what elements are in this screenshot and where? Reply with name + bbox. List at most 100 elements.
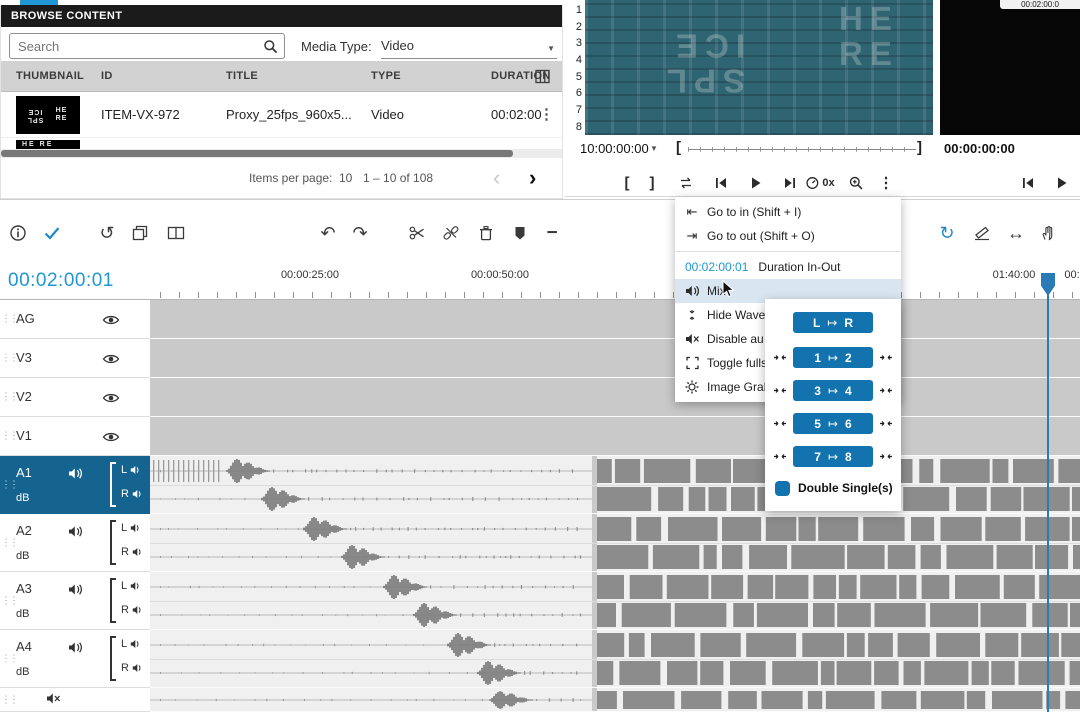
drag-handle-icon[interactable]: ⋮⋮ bbox=[1, 694, 13, 705]
scrubber-out-bracket[interactable]: ] bbox=[917, 139, 922, 156]
double-singles-checkbox[interactable] bbox=[775, 481, 790, 496]
trash-icon[interactable] bbox=[479, 225, 493, 241]
mix-pair-button-L-R[interactable]: L↦R bbox=[793, 312, 873, 333]
loop-icon[interactable] bbox=[678, 177, 694, 190]
marker-icon[interactable] bbox=[514, 226, 526, 241]
channel-arrows-icon[interactable] bbox=[773, 451, 787, 462]
eye-icon[interactable] bbox=[102, 431, 120, 443]
drag-handle-icon[interactable]: ⋮⋮ bbox=[1, 653, 13, 664]
drag-handle-icon[interactable]: ⋮⋮ bbox=[1, 392, 13, 403]
more-vert-icon[interactable]: ⋮ bbox=[539, 92, 554, 138]
channel-right[interactable]: R bbox=[121, 662, 143, 674]
column-header-duration[interactable]: DURATION bbox=[491, 61, 551, 92]
track-lane-v1[interactable] bbox=[150, 417, 1080, 456]
unlink-icon[interactable] bbox=[443, 225, 459, 241]
drag-handle-icon[interactable]: ⋮⋮ bbox=[1, 314, 13, 325]
trim-icon[interactable]: ↔ bbox=[1007, 224, 1025, 242]
column-header-title[interactable]: TITLE bbox=[226, 61, 258, 92]
info-icon[interactable] bbox=[10, 225, 27, 242]
double-singles-row[interactable]: Double Single(s) bbox=[775, 480, 893, 496]
scrollbar-thumb[interactable] bbox=[1, 150, 513, 157]
mix-pair-button-3-4[interactable]: 3↦4 bbox=[793, 380, 873, 401]
track-header-v2[interactable]: ⋮⋮V2 bbox=[0, 378, 150, 417]
history-icon[interactable]: ↺ bbox=[99, 224, 114, 242]
skip-start-icon[interactable] bbox=[1021, 177, 1035, 190]
media-type-value-wrap[interactable]: Video ▼ bbox=[381, 38, 557, 59]
column-header-type[interactable]: TYPE bbox=[371, 61, 401, 92]
gain-label[interactable]: dB bbox=[16, 608, 29, 620]
caret-down-icon[interactable]: ▼ bbox=[650, 144, 658, 153]
next-frame-icon[interactable] bbox=[783, 177, 797, 190]
menu-item-go-to-out-shift-o[interactable]: ⇥Go to out (Shift + O) bbox=[675, 224, 901, 248]
column-header-thumbnail[interactable]: THUMBNAIL bbox=[16, 61, 84, 92]
gain-label[interactable]: dB bbox=[16, 492, 29, 504]
track-header-a4[interactable]: ⋮⋮A4dBLR bbox=[0, 630, 150, 688]
media-thumbnail-partial[interactable]: HE RE bbox=[16, 140, 80, 149]
eye-icon[interactable] bbox=[102, 314, 120, 326]
track-header-ag[interactable]: ⋮⋮AG bbox=[0, 300, 150, 339]
play-icon[interactable] bbox=[1056, 177, 1068, 190]
refresh-icon[interactable]: ↻ bbox=[939, 224, 954, 242]
media-type-select[interactable]: Media Type: Video ▼ bbox=[301, 31, 557, 61]
channel-left[interactable]: L bbox=[121, 522, 141, 534]
timeline-ruler[interactable]: 00:00:25:0000:00:50:0001:40:0000: bbox=[150, 262, 1080, 300]
eye-icon[interactable] bbox=[102, 392, 120, 404]
volume-icon[interactable] bbox=[68, 641, 83, 654]
track-lane-a1[interactable] bbox=[150, 456, 1080, 514]
play-icon[interactable] bbox=[750, 177, 762, 190]
track-lane-v2[interactable] bbox=[150, 378, 1080, 417]
channel-left[interactable]: L bbox=[121, 580, 141, 592]
drag-handle-icon[interactable]: ⋮⋮ bbox=[1, 537, 13, 548]
channel-right[interactable]: R bbox=[121, 488, 143, 500]
scissors-icon[interactable] bbox=[409, 226, 425, 240]
channel-arrows-icon[interactable] bbox=[773, 352, 787, 363]
channel-arrows-icon[interactable] bbox=[773, 385, 787, 396]
program-timecode[interactable]: 00:00:00:00 bbox=[944, 141, 1015, 156]
mix-pair-button-1-2[interactable]: 1↦2 bbox=[793, 347, 873, 368]
bracket-in-icon[interactable]: [ bbox=[625, 176, 630, 191]
channel-left[interactable]: L bbox=[121, 464, 141, 476]
mute-icon[interactable] bbox=[46, 692, 61, 705]
mix-pair-button-5-6[interactable]: 5↦6 bbox=[793, 413, 873, 434]
mix-pair-button-7-8[interactable]: 7↦8 bbox=[793, 446, 873, 467]
drag-handle-icon[interactable]: ⋮⋮ bbox=[1, 353, 13, 364]
more-vert-icon[interactable]: ⋮ bbox=[879, 176, 894, 191]
column-header-id[interactable]: ID bbox=[101, 61, 113, 92]
track-header-a3[interactable]: ⋮⋮A3dBLR bbox=[0, 572, 150, 630]
bracket-out-icon[interactable]: ] bbox=[650, 176, 655, 191]
gain-label[interactable]: dB bbox=[16, 550, 29, 562]
source-scrubber[interactable] bbox=[688, 145, 916, 153]
search-input[interactable] bbox=[10, 34, 248, 58]
gain-label[interactable]: dB bbox=[16, 666, 29, 678]
razor-icon[interactable] bbox=[974, 226, 990, 241]
channel-arrows-icon[interactable] bbox=[879, 385, 893, 396]
menu-item-duration-in-out[interactable]: 00:02:00:01Duration In-Out bbox=[675, 255, 901, 279]
volume-icon[interactable] bbox=[68, 525, 83, 538]
hand-icon[interactable] bbox=[1041, 225, 1056, 241]
chevron-left-icon[interactable]: ‹ bbox=[493, 165, 500, 191]
channel-arrows-icon[interactable] bbox=[879, 418, 893, 429]
zoom-in-icon[interactable] bbox=[849, 176, 864, 191]
volume-icon[interactable] bbox=[68, 583, 83, 596]
scrubber-in-bracket[interactable]: [ bbox=[676, 139, 681, 156]
track-header-a2[interactable]: ⋮⋮A2dBLR bbox=[0, 514, 150, 572]
track-lane-v3[interactable] bbox=[150, 339, 1080, 378]
channel-right[interactable]: R bbox=[121, 604, 143, 616]
confirm-icon[interactable] bbox=[44, 226, 60, 240]
track-header-a1[interactable]: ⋮⋮A1dBLR bbox=[0, 456, 150, 514]
channel-right[interactable]: R bbox=[121, 546, 143, 558]
chevron-right-icon[interactable]: › bbox=[529, 165, 536, 191]
zoom-out-icon[interactable]: − bbox=[546, 224, 557, 243]
speed-icon[interactable]: 0x bbox=[805, 176, 834, 190]
redo-icon[interactable]: ↷ bbox=[352, 224, 367, 242]
prev-frame-icon[interactable] bbox=[714, 177, 728, 190]
track-lane-a3[interactable] bbox=[150, 572, 1080, 630]
channel-left[interactable]: L bbox=[121, 638, 141, 650]
channel-arrows-icon[interactable] bbox=[773, 418, 787, 429]
channel-arrows-icon[interactable] bbox=[879, 451, 893, 462]
source-timecode[interactable]: 10:00:00:00 bbox=[580, 141, 649, 156]
media-table-row[interactable]: SPL ICE HE RE ITEM-VX-972 Proxy_25fps_96… bbox=[1, 92, 562, 138]
track-header-v3[interactable]: ⋮⋮V3 bbox=[0, 339, 150, 378]
horizontal-scrollbar[interactable] bbox=[1, 149, 562, 158]
split-view-icon[interactable] bbox=[168, 227, 185, 240]
